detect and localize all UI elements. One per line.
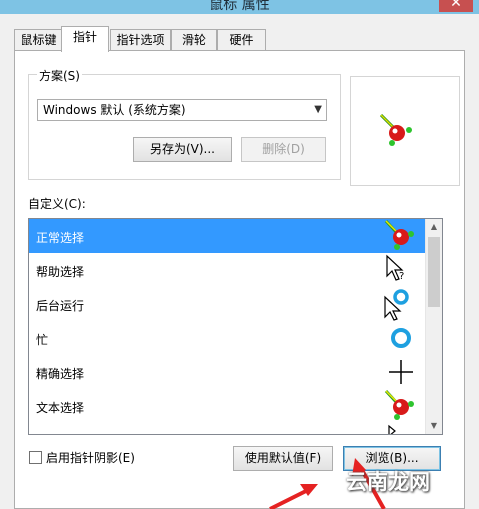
list-scrollbar[interactable]: ▲ ▼ (425, 219, 442, 434)
list-item[interactable]: 精确选择 (29, 355, 425, 389)
tab-pointer-options[interactable]: 指针选项 (110, 29, 171, 51)
list-item-label: 精确选择 (36, 367, 85, 381)
window-titlebar: 鼠标 属性 ✕ (0, 0, 479, 14)
list-item-label: 忙 (36, 333, 49, 347)
watermark: 云南龙网 (346, 470, 430, 494)
list-item-label: 后台运行 (36, 299, 85, 313)
list-item-partial (29, 423, 425, 434)
window-title: 鼠标 属性 (209, 0, 270, 13)
cursor-list[interactable]: 正常选择 帮助选择 ? 后台运行 忙 精确选择 文本选择 ▲ ▼ (28, 218, 443, 435)
delete-button[interactable]: 删除(D) (241, 137, 326, 162)
list-item[interactable]: 后台运行 (29, 287, 425, 321)
scheme-select-value: Windows 默认 (系统方案) (43, 103, 186, 117)
list-item-label: 文本选择 (36, 401, 85, 415)
arrow-cursor-icon (388, 424, 396, 434)
cursor-with-red-ball-icon (384, 389, 414, 420)
scroll-up-arrow-icon[interactable]: ▲ (426, 219, 442, 235)
close-button[interactable]: ✕ (439, 0, 473, 12)
list-item[interactable]: 忙 (29, 321, 425, 355)
busy-ring-icon (391, 328, 411, 348)
pointer-shadow-label: 启用指针阴影(E) (46, 451, 135, 465)
pointer-shadow-checkbox-row[interactable]: 启用指针阴影(E) (29, 449, 135, 466)
scroll-down-arrow-icon[interactable]: ▼ (426, 418, 442, 434)
crosshair-icon (389, 360, 413, 384)
use-default-button[interactable]: 使用默认值(F) (233, 446, 333, 471)
cursor-with-red-ball-icon (379, 113, 412, 146)
chevron-down-icon: ▼ (314, 104, 322, 115)
pointer-shadow-checkbox[interactable] (29, 451, 42, 464)
list-item[interactable]: 正常选择 (29, 219, 425, 253)
help-cursor-icon: ? (386, 254, 404, 282)
tab-wheel[interactable]: 滑轮 (171, 29, 217, 51)
list-item[interactable]: 文本选择 (29, 389, 425, 423)
scheme-group-label: 方案(S) (37, 67, 82, 84)
list-item[interactable]: 帮助选择 ? (29, 253, 425, 287)
tab-hardware[interactable]: 硬件 (217, 29, 266, 51)
list-item-label: 正常选择 (36, 231, 85, 245)
tab-buttons[interactable]: 鼠标键 (14, 29, 63, 51)
working-in-background-cursor-icon (384, 289, 409, 321)
customize-label: 自定义(C): (28, 197, 86, 211)
svg-text:?: ? (399, 271, 404, 282)
tab-pointers[interactable]: 指针 (61, 26, 109, 52)
scrollbar-thumb[interactable] (428, 237, 440, 307)
scheme-group (28, 74, 341, 180)
save-as-button[interactable]: 另存为(V)... (133, 137, 232, 162)
cursor-preview (350, 76, 460, 186)
scheme-select[interactable]: Windows 默认 (系统方案) ▼ (37, 99, 327, 121)
list-item-label: 帮助选择 (36, 265, 85, 279)
cursor-with-red-ball-icon (384, 219, 414, 250)
